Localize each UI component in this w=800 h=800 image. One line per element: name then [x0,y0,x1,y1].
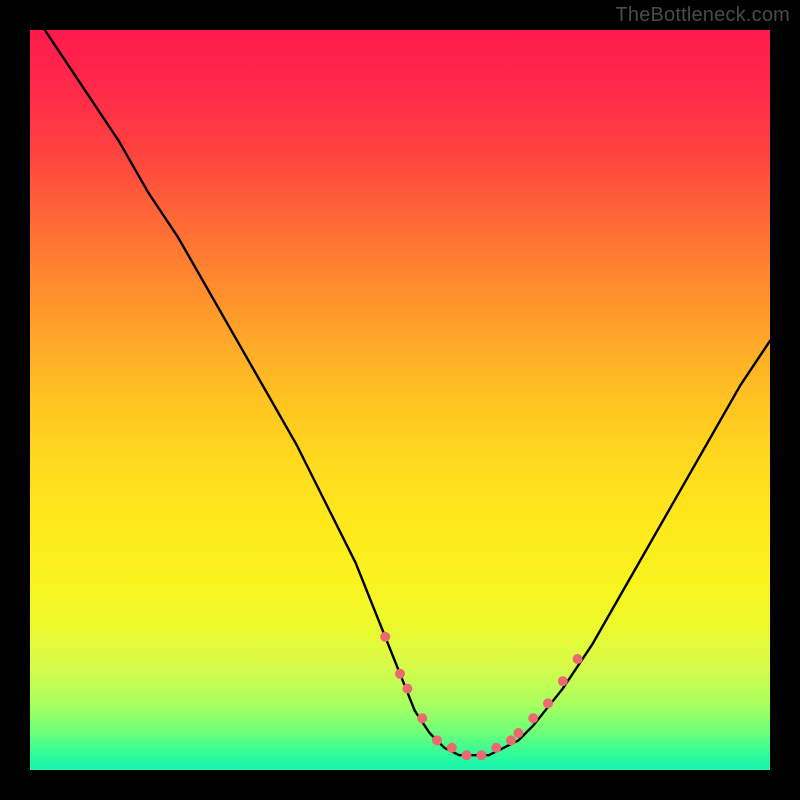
marker-point [528,713,538,723]
marker-point [476,750,486,760]
marker-point [462,750,472,760]
bottleneck-curve [30,30,770,755]
marker-point [506,735,516,745]
marker-point [558,676,568,686]
marker-point [491,743,501,753]
marker-point [402,684,412,694]
marker-layer [380,632,582,760]
marker-point [513,728,523,738]
marker-point [395,669,405,679]
chart-svg [30,30,770,770]
watermark-text: TheBottleneck.com [615,4,790,27]
curve-layer [30,30,770,755]
marker-point [573,654,583,664]
marker-point [432,735,442,745]
chart-frame: TheBottleneck.com [0,0,800,800]
marker-point [380,632,390,642]
plot-area [30,30,770,770]
marker-point [417,713,427,723]
marker-point [447,743,457,753]
marker-point [543,698,553,708]
